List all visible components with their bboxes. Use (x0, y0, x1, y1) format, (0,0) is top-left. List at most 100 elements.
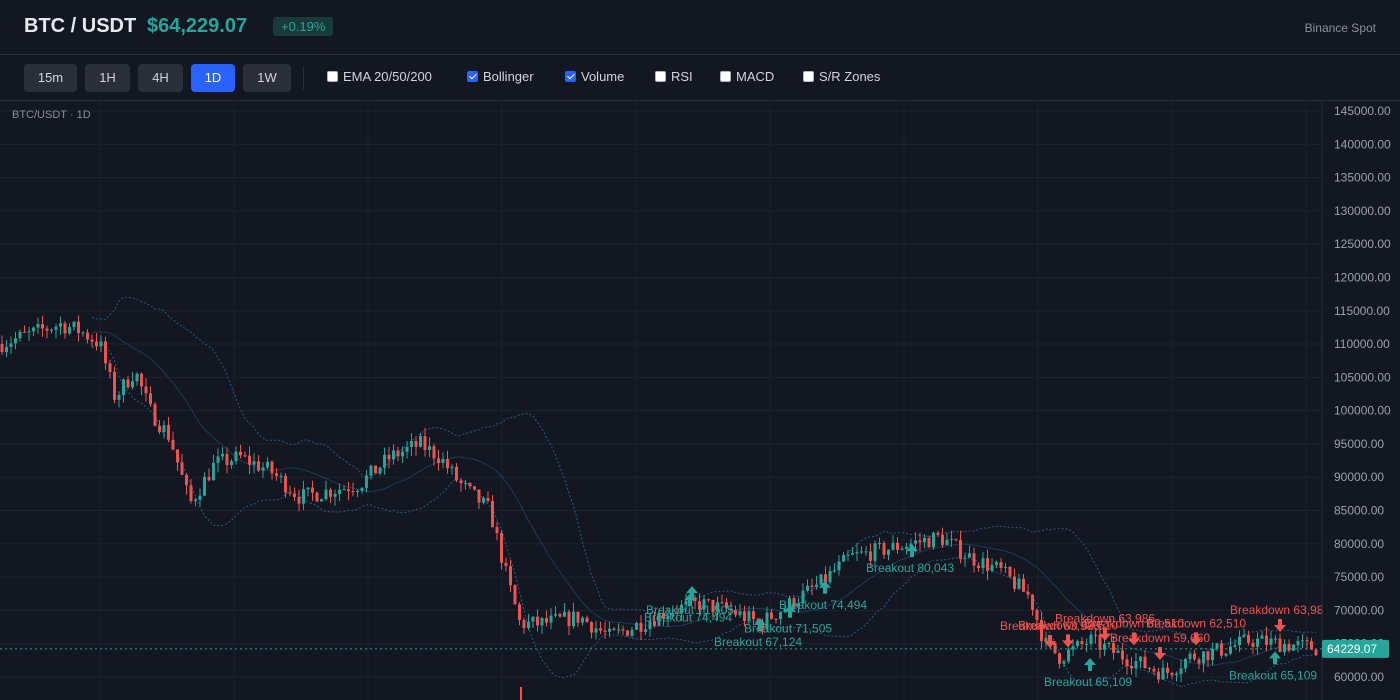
candle-body (1130, 665, 1133, 669)
timeframe-1h-button[interactable]: 1H (85, 64, 130, 92)
volume-checkbox[interactable] (565, 71, 576, 82)
candle-body (608, 628, 611, 632)
bollinger-checkbox[interactable] (467, 71, 478, 82)
candle-body (1296, 641, 1300, 645)
candle-body (324, 489, 328, 500)
candle-body (626, 630, 629, 636)
candle-body (18, 331, 22, 339)
price-tick-label: 135000.00 (1334, 171, 1391, 185)
candle-body (32, 327, 35, 332)
candle-body (576, 611, 580, 623)
candle-body (932, 532, 935, 548)
indicator-ema-toggle[interactable]: EMA 20/50/200 (327, 69, 432, 84)
candle-body (351, 491, 355, 493)
candle-body (527, 621, 530, 629)
candle-body (1013, 576, 1016, 589)
timeframe-4h-button[interactable]: 4H (138, 64, 183, 92)
candle-body (428, 446, 431, 450)
candle-body (158, 425, 161, 432)
indicator-rsi-toggle[interactable]: RSI (655, 69, 693, 84)
price-tick-label: 130000.00 (1334, 204, 1391, 218)
indicator-volume-toggle[interactable]: Volume (565, 69, 624, 84)
candle-body (1233, 645, 1237, 647)
candle-body (1184, 658, 1187, 669)
price-tick-label: 120000.00 (1334, 270, 1391, 284)
macd-label: MACD (736, 69, 775, 84)
candle-body (50, 329, 53, 331)
candle-body (1062, 661, 1066, 664)
timeframe-1d-button[interactable]: 1D (191, 64, 235, 92)
timeframe-1w-button[interactable]: 1W (243, 64, 291, 92)
candle-body (504, 562, 508, 567)
candle-body (869, 551, 872, 561)
price-tick-label: 100000.00 (1334, 404, 1391, 418)
candle-body (936, 532, 940, 535)
candle-body (360, 487, 364, 491)
candle-body (630, 629, 634, 636)
toolbar-divider (303, 66, 304, 90)
candle-body (779, 612, 782, 620)
candle-body (356, 490, 359, 492)
candle-body (59, 323, 62, 327)
ema-label: EMA 20/50/200 (343, 69, 432, 84)
candle-body (1161, 667, 1165, 680)
candle-body (369, 465, 373, 476)
price-tick-label: 105000.00 (1334, 370, 1391, 384)
candle-body (950, 539, 953, 541)
candle-body (540, 618, 544, 626)
candle-body (207, 476, 211, 481)
candle-body (248, 455, 251, 465)
candle-body (311, 487, 314, 493)
candle-body (1004, 566, 1007, 568)
macd-checkbox[interactable] (720, 71, 731, 82)
candle-body (1157, 671, 1160, 680)
breakout-label: Breakout 71,505 (744, 622, 832, 636)
candle-body (855, 552, 859, 554)
candle-body (1283, 644, 1286, 653)
candle-body (284, 475, 287, 493)
candle-body (171, 439, 175, 450)
candle-body (1053, 642, 1057, 654)
candle-body (81, 332, 85, 334)
breakdown-label: Breakdown 62,510 (1146, 616, 1246, 630)
indicator-bollinger-toggle[interactable]: Bollinger (467, 69, 534, 84)
breakout-arrow-up-icon (1084, 658, 1096, 672)
indicator-macd-toggle[interactable]: MACD (720, 69, 774, 84)
candle-body (513, 585, 517, 605)
candle-body (1260, 635, 1264, 639)
candle-body (891, 542, 895, 550)
rsi-checkbox[interactable] (655, 71, 666, 82)
candle-body (23, 331, 26, 333)
candle-body (225, 454, 229, 466)
candle-body (252, 461, 256, 465)
timeframe-15m-button[interactable]: 15m (24, 64, 77, 92)
breakout-label: Breakout 71,505 (646, 603, 734, 617)
candle-body (1008, 566, 1012, 577)
candle-body (549, 615, 553, 623)
sr-zones-checkbox[interactable] (803, 71, 814, 82)
candle-body (1269, 638, 1273, 645)
candle-body (918, 540, 922, 543)
candle-body (63, 323, 67, 334)
candle-body (1121, 650, 1124, 660)
candle-body (1305, 640, 1309, 642)
candle-body (986, 558, 989, 571)
price-chart[interactable]: Breakout 74,494Breakout 71,505Breakout 6… (0, 101, 1400, 700)
indicator-sr-zones-toggle[interactable]: S/R Zones (803, 69, 880, 84)
candle-body (1274, 638, 1277, 640)
candle-body (810, 585, 814, 587)
candle-body (738, 611, 742, 615)
candle-body (419, 436, 422, 447)
candle-body (9, 343, 13, 347)
chart-caption: BTC/USDT · 1D (12, 109, 91, 121)
candle-body (491, 501, 494, 528)
candle-body (1301, 640, 1304, 642)
price-tick-label: 75000.00 (1334, 570, 1384, 584)
candle-body (639, 622, 643, 632)
candle-body (981, 558, 985, 569)
candle-body (594, 628, 598, 633)
candle-body (347, 489, 350, 492)
candle-body (329, 489, 332, 497)
candle-body (1224, 653, 1228, 656)
ema-checkbox[interactable] (327, 71, 338, 82)
